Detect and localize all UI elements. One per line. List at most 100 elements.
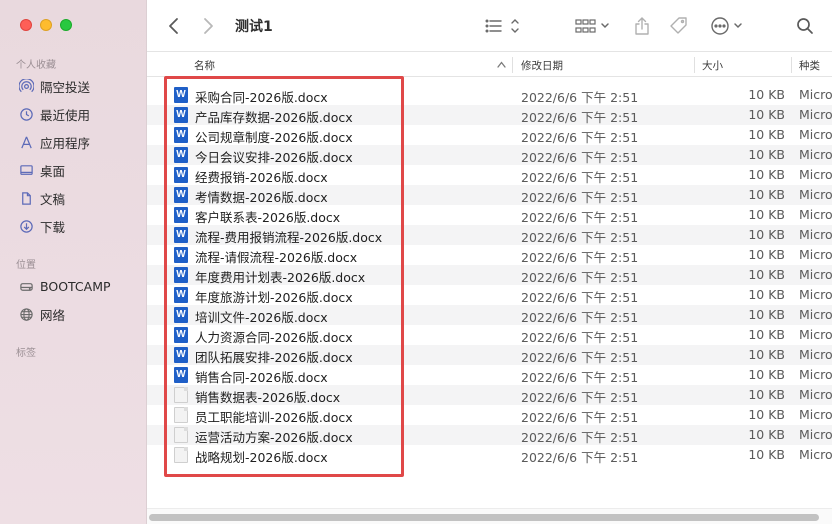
column-header-name[interactable]: 名称: [194, 58, 215, 73]
airdrop-icon: [18, 78, 34, 94]
file-size: 10 KB: [748, 367, 785, 382]
table-row[interactable]: W 客户联系表-2026版.docx 2022/6/6 下午 2:51 10 KB Mi…: [147, 205, 832, 225]
table-row[interactable]: W 培训文件-2026版.docx 2022/6/6 下午 2:51 10 KB Mic…: [147, 305, 832, 325]
word-document-icon: W: [174, 367, 188, 383]
table-row[interactable]: W 经费报销-2026版.docx 2022/6/6 下午 2:51 10 KB Mic…: [147, 165, 832, 185]
file-kind: Micro: [799, 167, 832, 182]
sidebar-item-airdrop[interactable]: 隔空投送: [18, 75, 90, 97]
column-divider[interactable]: [791, 57, 792, 73]
share-icon: [635, 17, 649, 35]
word-document-icon: W: [174, 87, 188, 103]
file-name: 公司规章制度-2026版.docx: [195, 130, 353, 145]
file-date: 2022/6/6 下午 2:51: [521, 130, 639, 145]
file-size: 10 KB: [748, 107, 785, 122]
search-button[interactable]: [796, 15, 814, 37]
file-date: 2022/6/6 下午 2:51: [521, 290, 639, 305]
generic-document-icon: [174, 387, 188, 403]
view-mode-list-button[interactable]: [485, 15, 523, 37]
close-window-button[interactable]: [20, 19, 32, 31]
desktop-icon: [18, 162, 34, 178]
group-button[interactable]: [575, 15, 613, 37]
sidebar-item-recents[interactable]: 最近使用: [18, 103, 90, 125]
word-document-icon: W: [174, 247, 188, 263]
sidebar-item-documents[interactable]: 文稿: [18, 187, 65, 209]
table-row[interactable]: W 考情数据-2026版.docx 2022/6/6 下午 2:51 10 KB Mic…: [147, 185, 832, 205]
file-kind: Micro: [799, 407, 832, 422]
file-size: 10 KB: [748, 307, 785, 322]
generic-document-icon: [174, 427, 188, 443]
sort-ascending-icon[interactable]: [497, 61, 506, 68]
file-name: 今日会议安排-2026版.docx: [195, 150, 353, 165]
share-button[interactable]: [634, 15, 650, 37]
column-header-bar: 名称 修改日期 大小 种类: [147, 53, 832, 77]
table-row[interactable]: W 采购合同-2026版.docx 2022/6/6 下午 2:51 10 KB Mic…: [147, 85, 832, 105]
tag-button[interactable]: [669, 15, 689, 37]
column-divider[interactable]: [512, 57, 513, 73]
tag-icon: [670, 17, 687, 34]
scrollbar-thumb[interactable]: [149, 514, 819, 521]
file-kind: Micro: [799, 227, 832, 242]
file-kind: Micro: [799, 347, 832, 362]
ellipsis-circle-icon: [711, 17, 742, 35]
zoom-window-button[interactable]: [60, 19, 72, 31]
file-size: 10 KB: [748, 187, 785, 202]
table-row[interactable]: 员工职能培训-2026版.docx 2022/6/6 下午 2:51 10 KB Mi…: [147, 405, 832, 425]
file-name: 年度旅游计划-2026版.docx: [195, 290, 353, 305]
chevron-right-icon: [204, 18, 213, 34]
table-row[interactable]: W 今日会议安排-2026版.docx 2022/6/6 下午 2:51 10 KB M…: [147, 145, 832, 165]
word-document-icon: W: [174, 327, 188, 343]
file-date: 2022/6/6 下午 2:51: [521, 430, 639, 445]
file-size: 10 KB: [748, 287, 785, 302]
table-row[interactable]: W 年度旅游计划-2026版.docx 2022/6/6 下午 2:51 10 KB M…: [147, 285, 832, 305]
action-menu-button[interactable]: [710, 15, 746, 37]
sidebar-item-label: BOOTCAMP: [40, 278, 111, 294]
sidebar-item-label: 桌面: [40, 163, 66, 179]
minimize-window-button[interactable]: [40, 19, 52, 31]
word-document-icon: W: [174, 227, 188, 243]
table-row[interactable]: W 公司规章制度-2026版.docx 2022/6/6 下午 2:51 10 KB M…: [147, 125, 832, 145]
table-row[interactable]: 战略规划-2026版.docx 2022/6/6 下午 2:51 10 KB Micr…: [147, 445, 832, 465]
column-header-date[interactable]: 修改日期: [521, 58, 563, 73]
file-date: 2022/6/6 下午 2:51: [521, 190, 639, 205]
file-date: 2022/6/6 下午 2:51: [521, 350, 639, 365]
file-kind: Micro: [799, 207, 832, 222]
table-row[interactable]: 运营活动方案-2026版.docx 2022/6/6 下午 2:51 10 KB Mi…: [147, 425, 832, 445]
table-row[interactable]: W 销售合同-2026版.docx 2022/6/6 下午 2:51 10 KB Mic…: [147, 365, 832, 385]
sidebar-item-downloads[interactable]: 下载: [18, 215, 65, 237]
table-row[interactable]: W 团队拓展安排-2026版.docx 2022/6/6 下午 2:51 10 KB M…: [147, 345, 832, 365]
file-name: 流程-费用报销流程-2026版.docx: [195, 230, 383, 245]
table-row[interactable]: 销售数据表-2026版.docx 2022/6/6 下午 2:51 10 KB Mic…: [147, 385, 832, 405]
table-row[interactable]: W 流程-费用报销流程-2026版.docx 2022/6/6 下午 2:51 10 …: [147, 225, 832, 245]
table-row[interactable]: W 产品库存数据-2026版.docx 2022/6/6 下午 2:51 10 KB M…: [147, 105, 832, 125]
file-size: 10 KB: [748, 427, 785, 442]
column-header-kind[interactable]: 种类: [799, 58, 820, 73]
file-date: 2022/6/6 下午 2:51: [521, 310, 639, 325]
file-name: 战略规划-2026版.docx: [195, 450, 328, 465]
network-icon: [18, 306, 34, 322]
table-row[interactable]: W 流程-请假流程-2026版.docx 2022/6/6 下午 2:51 10 KB…: [147, 245, 832, 265]
table-row[interactable]: W 年度费用计划表-2026版.docx 2022/6/6 下午 2:51 10 KB…: [147, 265, 832, 285]
back-button[interactable]: [167, 15, 181, 37]
file-name: 销售数据表-2026版.docx: [195, 390, 341, 405]
horizontal-scrollbar[interactable]: [147, 508, 832, 524]
table-row[interactable]: W 人力资源合同-2026版.docx 2022/6/6 下午 2:51 10 KB M…: [147, 325, 832, 345]
word-document-icon: W: [174, 127, 188, 143]
word-document-icon: W: [174, 287, 188, 303]
sidebar-item-desktop[interactable]: 桌面: [18, 159, 65, 181]
sidebar-item-bootcamp[interactable]: BOOTCAMP: [18, 275, 111, 297]
file-name: 产品库存数据-2026版.docx: [195, 110, 353, 125]
file-size: 10 KB: [748, 327, 785, 342]
forward-button[interactable]: [201, 15, 215, 37]
file-size: 10 KB: [748, 247, 785, 262]
file-size: 10 KB: [748, 127, 785, 142]
sidebar-item-network[interactable]: 网络: [18, 303, 65, 325]
sidebar-item-applications[interactable]: 应用程序: [18, 131, 90, 153]
disk-icon: [18, 278, 34, 294]
file-list: W 采购合同-2026版.docx 2022/6/6 下午 2:51 10 KB Mic…: [147, 85, 832, 465]
file-size: 10 KB: [748, 447, 785, 462]
column-divider[interactable]: [694, 57, 695, 73]
column-header-size[interactable]: 大小: [702, 58, 723, 73]
file-date: 2022/6/6 下午 2:51: [521, 110, 639, 125]
file-size: 10 KB: [748, 147, 785, 162]
file-name: 销售合同-2026版.docx: [195, 370, 328, 385]
